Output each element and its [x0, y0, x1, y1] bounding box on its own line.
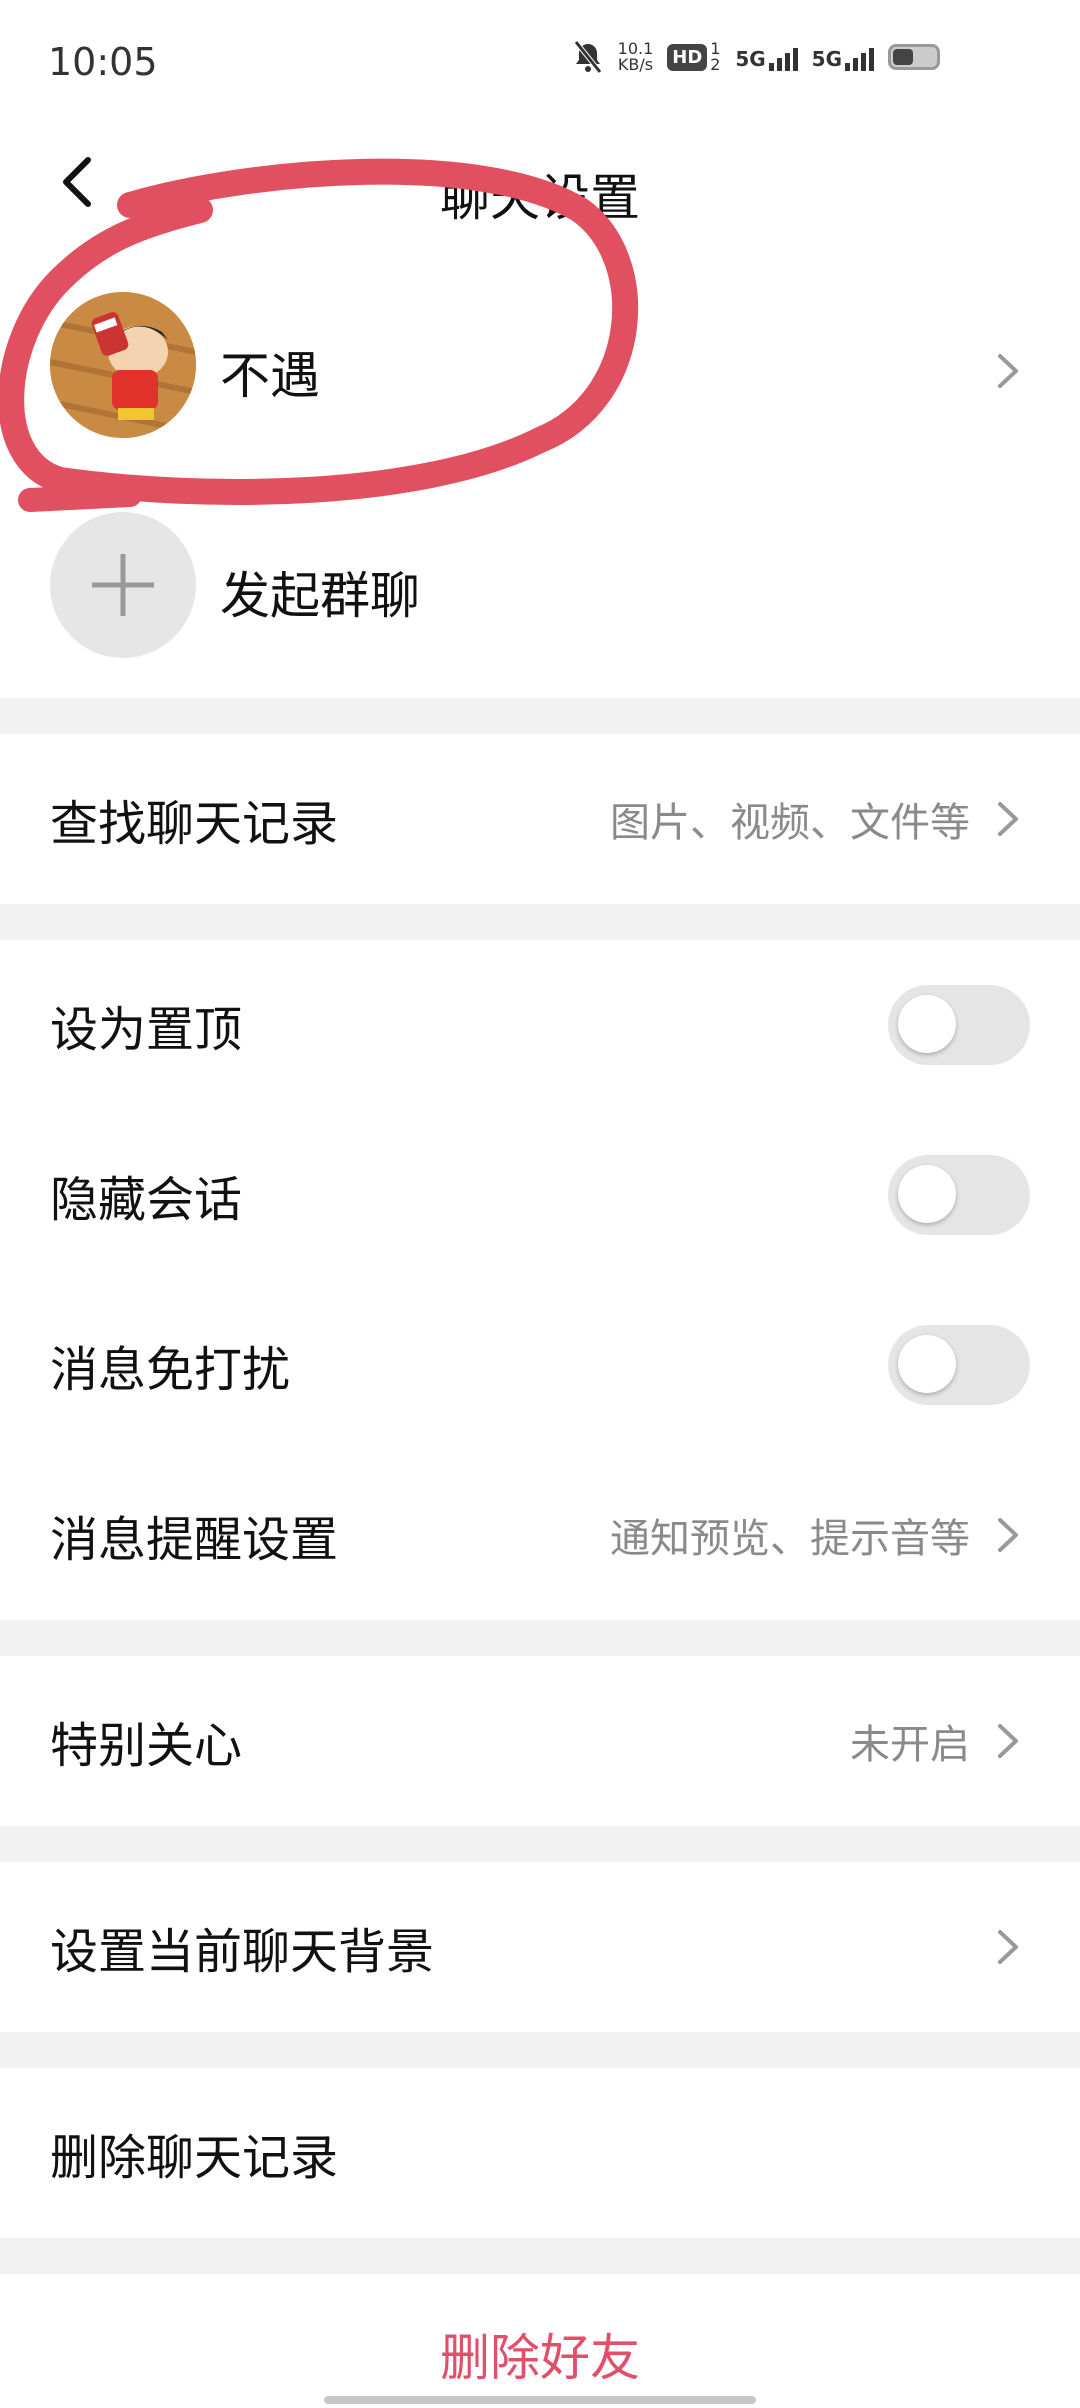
chevron-right-icon — [998, 1724, 1018, 1758]
hide-chat-label: 隐藏会话 — [50, 1172, 243, 1228]
header: 聊天设置 — [0, 120, 1080, 250]
hd-badge: HD — [667, 43, 708, 71]
chat-options-card: 设为置顶 隐藏会话 消息免打扰 消息提醒设置 通知预览、提示音等 — [0, 940, 1080, 1620]
chevron-right-icon — [998, 802, 1018, 836]
notification-settings-row[interactable]: 消息提醒设置 通知预览、提示音等 — [0, 1450, 1080, 1620]
hide-chat-toggle[interactable] — [888, 1155, 1030, 1235]
hide-chat-row: 隐藏会话 — [0, 1110, 1080, 1280]
pin-chat-toggle[interactable] — [888, 985, 1030, 1065]
signal-icon — [845, 43, 874, 71]
chevron-right-icon[interactable] — [994, 350, 1022, 392]
delete-friend-button[interactable]: 删除好友 — [0, 2274, 1080, 2408]
chat-background-card: 设置当前聊天背景 — [0, 1862, 1080, 2032]
search-history-hint: 图片、视频、文件等 — [610, 800, 970, 846]
chat-background-row[interactable]: 设置当前聊天背景 — [0, 1862, 1080, 2032]
pin-chat-label: 设为置顶 — [50, 1002, 243, 1058]
delete-friend-label: 删除好友 — [440, 2329, 640, 2387]
special-care-label: 特别关心 — [50, 1718, 243, 1774]
home-indicator[interactable] — [324, 2396, 756, 2404]
search-history-row[interactable]: 查找聊天记录 图片、视频、文件等 — [0, 734, 1080, 904]
chevron-right-icon — [998, 1518, 1018, 1552]
sim1-5g-label: 5G — [735, 47, 766, 71]
notification-settings-hint: 通知预览、提示音等 — [610, 1516, 970, 1562]
contact-name[interactable]: 不遇 — [220, 336, 320, 408]
mute-bell-icon — [573, 40, 602, 74]
hd-sub: 1 2 — [710, 39, 721, 74]
chat-background-label: 设置当前聊天背景 — [50, 1924, 435, 1980]
delete-history-label: 删除聊天记录 — [50, 2130, 339, 2186]
delete-history-row[interactable]: 删除聊天记录 — [0, 2068, 1080, 2238]
search-history-label: 查找聊天记录 — [50, 796, 339, 852]
add-group-label[interactable]: 发起群聊 — [220, 556, 420, 628]
avatar-image — [50, 292, 196, 438]
sim1-signal: 5G — [735, 43, 798, 71]
chevron-right-icon — [998, 1930, 1018, 1964]
pin-chat-row: 设为置顶 — [0, 940, 1080, 1110]
member-card: 不遇 发起群聊 — [0, 250, 1080, 698]
hd-indicator: HD 1 2 — [667, 41, 721, 73]
special-care-row[interactable]: 特别关心 未开启 — [0, 1656, 1080, 1826]
mute-chat-toggle[interactable] — [888, 1325, 1030, 1405]
special-care-card: 特别关心 未开启 — [0, 1656, 1080, 1826]
delete-history-card: 删除聊天记录 — [0, 2068, 1080, 2238]
signal-icon — [768, 43, 798, 71]
special-care-status: 未开启 — [850, 1722, 970, 1768]
mute-chat-row: 消息免打扰 — [0, 1280, 1080, 1450]
search-history-card: 查找聊天记录 图片、视频、文件等 — [0, 734, 1080, 904]
status-bar: 10:05 10.1 KB/s HD 1 2 5G 5G — [0, 0, 1080, 120]
avatar[interactable] — [50, 292, 196, 438]
sim2-signal: 5G — [812, 43, 874, 71]
page-title: 聊天设置 — [440, 169, 640, 227]
notification-settings-label: 消息提醒设置 — [50, 1512, 339, 1568]
sim2-5g-label: 5G — [811, 47, 842, 71]
battery-icon — [888, 44, 940, 70]
chat-settings-page: 10:05 10.1 KB/s HD 1 2 5G 5G 聊天设置 不遇 发起群… — [0, 0, 1080, 2408]
network-speed-unit: KB/s — [617, 55, 654, 74]
mute-chat-label: 消息免打扰 — [50, 1342, 291, 1398]
status-icons: 10.1 KB/s HD 1 2 5G 5G — [572, 40, 940, 74]
status-time: 10:05 — [48, 40, 158, 84]
plus-icon — [92, 554, 154, 616]
add-group-button[interactable] — [50, 512, 196, 658]
network-speed: 10.1 KB/s — [618, 41, 654, 73]
